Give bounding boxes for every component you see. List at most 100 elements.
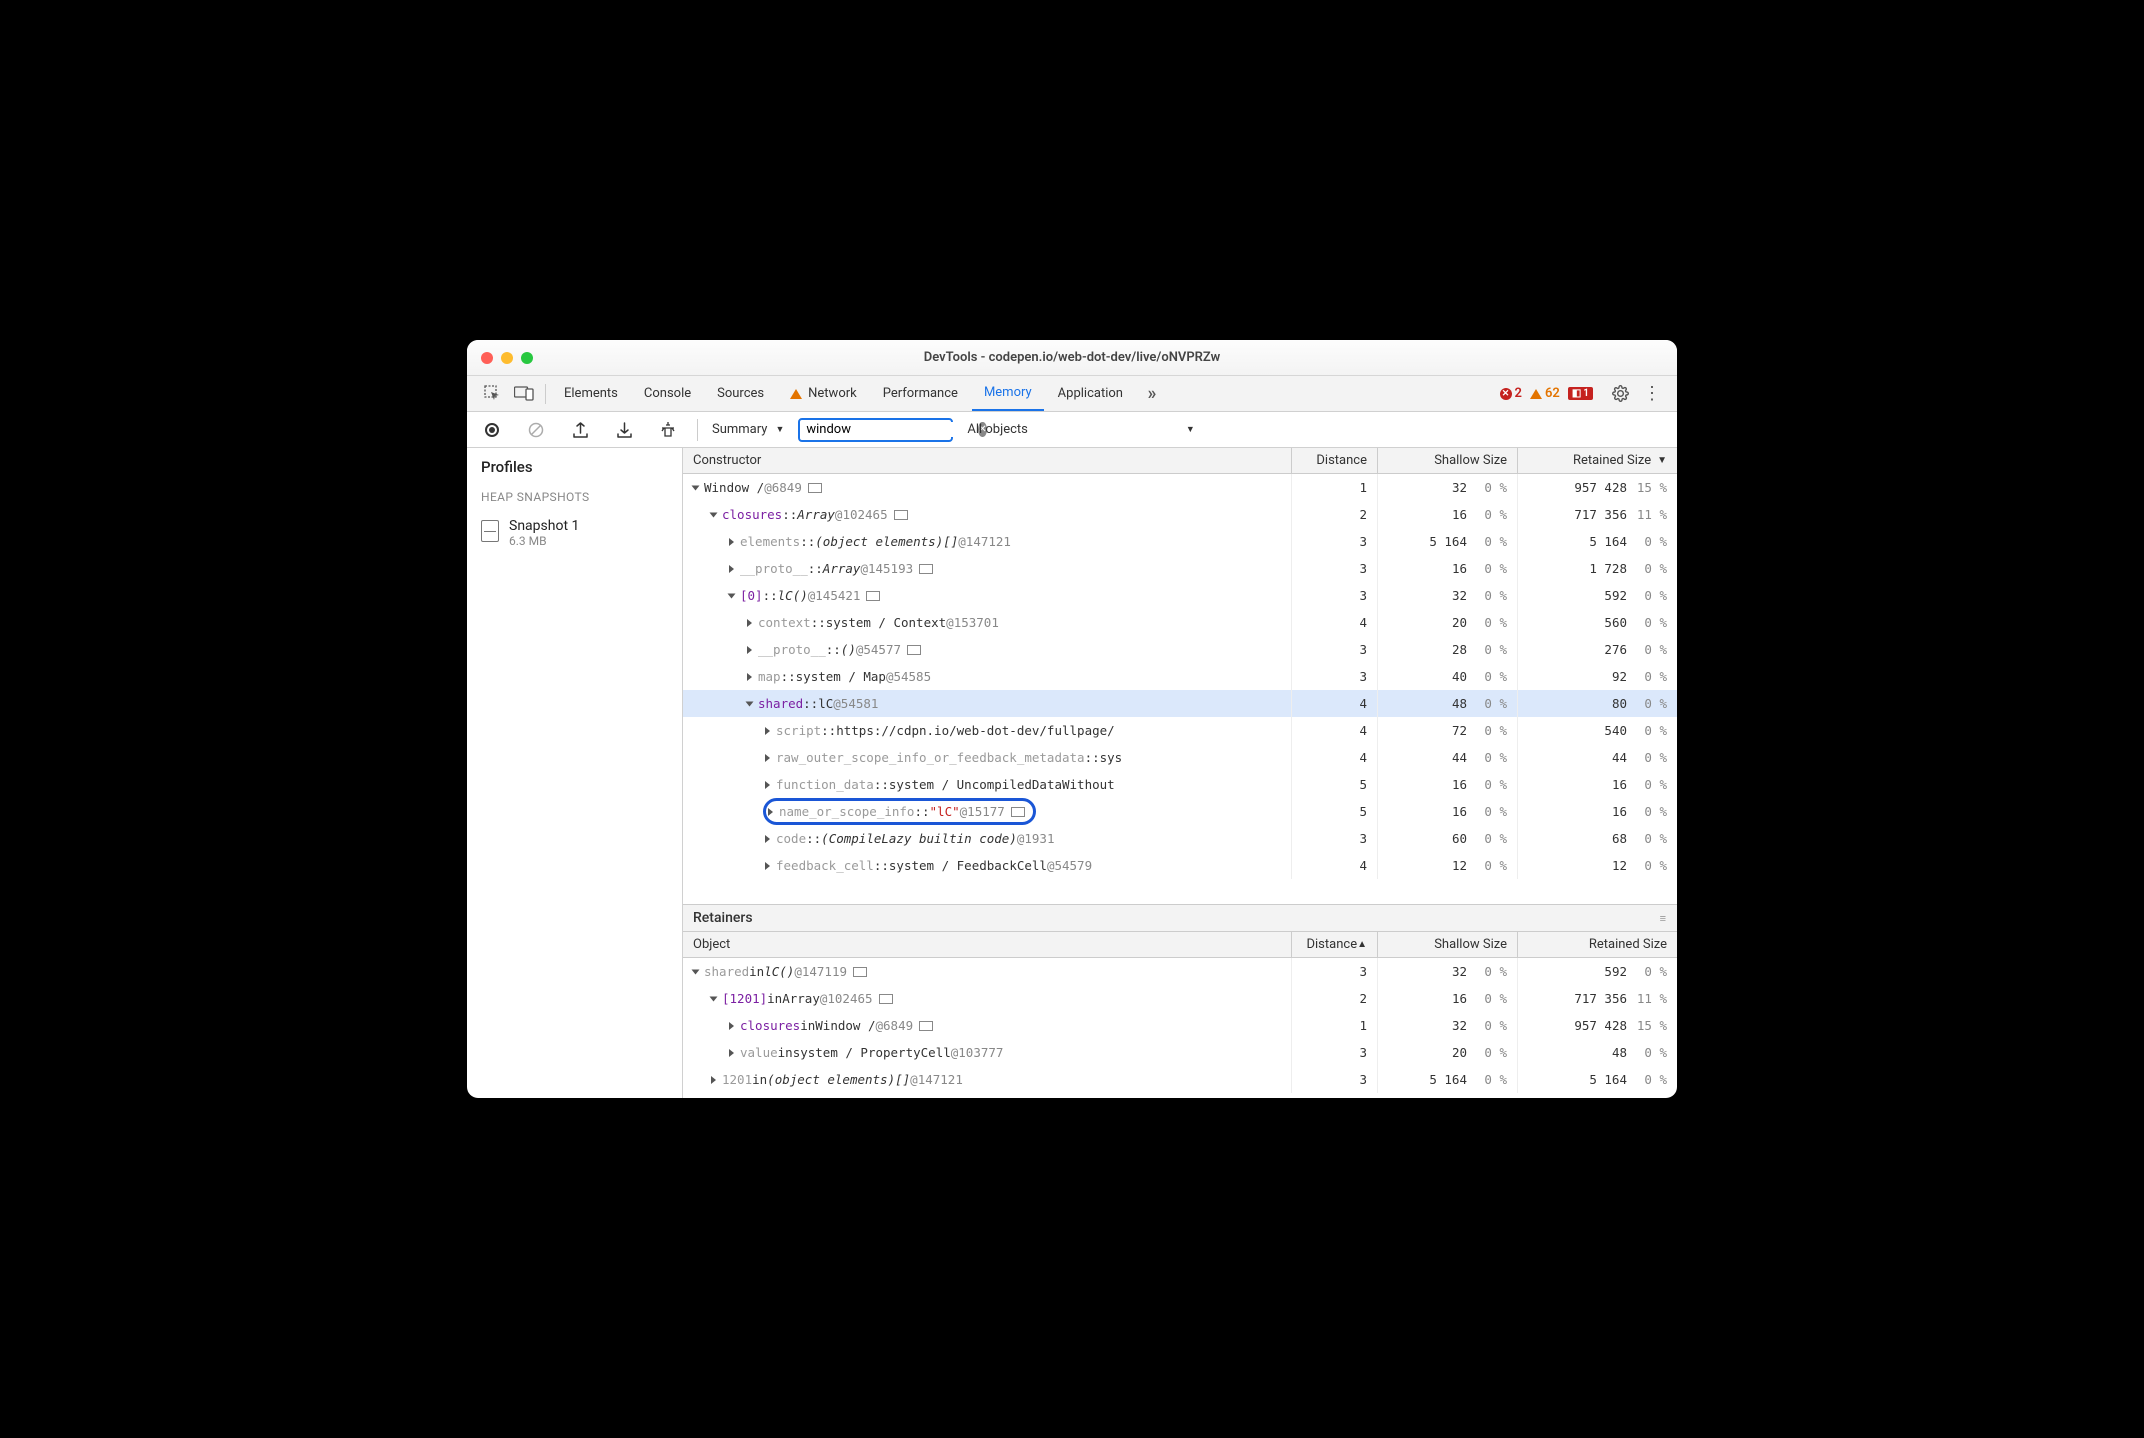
- settings-icon[interactable]: [1605, 385, 1635, 402]
- gc-icon[interactable]: [653, 421, 683, 438]
- heap-row[interactable]: shared in lC() @1471193320 %5920 %: [683, 958, 1677, 985]
- heap-row[interactable]: value in system / PropertyCell @10377732…: [683, 1039, 1677, 1066]
- chevron-right-icon[interactable]: [765, 754, 770, 762]
- chevron-right-icon[interactable]: [765, 862, 770, 870]
- heap-row[interactable]: 1201 in (object elements)[] @14712135 16…: [683, 1066, 1677, 1093]
- retainers-grid[interactable]: shared in lC() @1471193320 %5920 %[1201]…: [683, 958, 1677, 1098]
- error-count[interactable]: ✕2: [1500, 386, 1522, 401]
- heap-row[interactable]: closures :: Array @1024652160 %717 35611…: [683, 501, 1677, 528]
- constructors-header: Constructor Distance Shallow Size Retain…: [683, 448, 1677, 474]
- heap-row[interactable]: name_or_scope_info :: "lC" @151775160 %1…: [683, 798, 1677, 825]
- tab-application[interactable]: Application: [1046, 376, 1135, 411]
- minimize-icon[interactable]: [501, 352, 513, 364]
- titlebar: DevTools - codepen.io/web-dot-dev/live/o…: [467, 340, 1677, 376]
- chevron-down-icon[interactable]: [710, 512, 718, 517]
- chevron-right-icon[interactable]: [711, 1076, 716, 1084]
- retainers-section[interactable]: Retainers≡: [683, 904, 1677, 932]
- col-distance[interactable]: Distance▲: [1291, 932, 1377, 957]
- tab-elements[interactable]: Elements: [552, 376, 630, 411]
- chevron-right-icon[interactable]: [729, 1022, 734, 1030]
- issues-count[interactable]: ◧1: [1568, 387, 1593, 400]
- clear-icon[interactable]: [521, 422, 551, 438]
- tab-network[interactable]: Network: [778, 376, 869, 411]
- heap-row[interactable]: __proto__ :: () @545773280 %2760 %: [683, 636, 1677, 663]
- chevron-right-icon[interactable]: [747, 673, 752, 681]
- window-title: DevTools - codepen.io/web-dot-dev/live/o…: [467, 350, 1677, 365]
- export-icon[interactable]: [565, 422, 595, 438]
- heap-row[interactable]: Window / @68491320 %957 42815 %: [683, 474, 1677, 501]
- heap-row[interactable]: __proto__ :: Array @1451933160 %1 7280 %: [683, 555, 1677, 582]
- view-select[interactable]: Summary▼: [712, 422, 784, 437]
- heap-row[interactable]: map :: system / Map @545853400 %920 %: [683, 663, 1677, 690]
- heap-row[interactable]: [0] :: lC() @1454213320 %5920 %: [683, 582, 1677, 609]
- heap-row[interactable]: closures in Window / @68491320 %957 4281…: [683, 1012, 1677, 1039]
- retainers-header: Object Distance▲ Shallow Size Retained S…: [683, 932, 1677, 958]
- chevron-right-icon[interactable]: [729, 538, 734, 546]
- element-link-icon[interactable]: [853, 967, 867, 977]
- device-icon[interactable]: [509, 386, 539, 401]
- element-link-icon[interactable]: [808, 483, 822, 493]
- chevron-right-icon[interactable]: [729, 565, 734, 573]
- tab-console[interactable]: Console: [632, 376, 703, 411]
- more-tabs-icon[interactable]: »: [1137, 383, 1167, 404]
- chevron-right-icon[interactable]: [765, 781, 770, 789]
- chevron-right-icon[interactable]: [729, 1049, 734, 1057]
- element-link-icon[interactable]: [907, 645, 921, 655]
- objects-select[interactable]: All objects▼: [967, 422, 1194, 437]
- col-distance[interactable]: Distance: [1291, 448, 1377, 473]
- heap-row[interactable]: script :: https://cdpn.io/web-dot-dev/fu…: [683, 717, 1677, 744]
- heap-row[interactable]: [1201] in Array @1024652160 %717 35611 %: [683, 985, 1677, 1012]
- issue-icon: ◧: [1572, 388, 1581, 399]
- element-link-icon[interactable]: [894, 510, 908, 520]
- constructors-grid[interactable]: Window / @68491320 %957 42815 %closures …: [683, 474, 1677, 904]
- heap-row[interactable]: elements :: (object elements)[] @1471213…: [683, 528, 1677, 555]
- heap-row[interactable]: shared :: lC @545814480 %800 %: [683, 690, 1677, 717]
- chevron-right-icon[interactable]: [768, 808, 773, 816]
- import-icon[interactable]: [609, 422, 639, 438]
- heap-row[interactable]: feedback_cell :: system / FeedbackCell @…: [683, 852, 1677, 879]
- snapshot-item[interactable]: Snapshot 1 6.3 MB: [481, 518, 668, 548]
- traffic-lights: [481, 352, 533, 364]
- tab-performance[interactable]: Performance: [871, 376, 970, 411]
- chevron-down-icon[interactable]: [692, 969, 700, 974]
- chevron-right-icon[interactable]: [747, 619, 752, 627]
- heap-row[interactable]: code :: (CompileLazy builtin code) @1931…: [683, 825, 1677, 852]
- warning-count[interactable]: 62: [1530, 386, 1560, 401]
- profiles-sidebar: Profiles HEAP SNAPSHOTS Snapshot 1 6.3 M…: [467, 448, 683, 1098]
- drag-handle-icon[interactable]: ≡: [1660, 912, 1667, 925]
- col-shallow[interactable]: Shallow Size: [1377, 932, 1517, 957]
- chevron-right-icon[interactable]: [765, 727, 770, 735]
- chevron-down-icon[interactable]: [728, 593, 736, 598]
- divider: [697, 419, 698, 441]
- chevron-right-icon[interactable]: [765, 835, 770, 843]
- devtools-window: DevTools - codepen.io/web-dot-dev/live/o…: [467, 340, 1677, 1098]
- col-object[interactable]: Object: [683, 937, 1291, 952]
- record-icon[interactable]: [477, 422, 507, 438]
- close-icon[interactable]: [481, 352, 493, 364]
- element-link-icon[interactable]: [1011, 807, 1025, 817]
- chevron-down-icon[interactable]: [692, 485, 700, 490]
- element-link-icon[interactable]: [879, 994, 893, 1004]
- zoom-icon[interactable]: [521, 352, 533, 364]
- tab-sources[interactable]: Sources: [705, 376, 776, 411]
- snapshot-name: Snapshot 1: [509, 518, 579, 534]
- chevron-down-icon[interactable]: [710, 996, 718, 1001]
- element-link-icon[interactable]: [866, 591, 880, 601]
- element-link-icon[interactable]: [919, 564, 933, 574]
- tab-memory[interactable]: Memory: [972, 376, 1044, 411]
- divider: [545, 384, 546, 404]
- class-filter[interactable]: ✕: [798, 418, 953, 442]
- element-link-icon[interactable]: [919, 1021, 933, 1031]
- filter-input[interactable]: [806, 422, 972, 437]
- col-retained[interactable]: Retained Size▼: [1517, 448, 1677, 473]
- col-constructor[interactable]: Constructor: [683, 453, 1291, 468]
- chevron-right-icon[interactable]: [747, 646, 752, 654]
- col-retained[interactable]: Retained Size: [1517, 932, 1677, 957]
- snapshot-size: 6.3 MB: [509, 534, 579, 548]
- heap-row[interactable]: context :: system / Context @1537014200 …: [683, 609, 1677, 636]
- inspect-icon[interactable]: [477, 385, 507, 402]
- heap-row[interactable]: function_data :: system / UncompiledData…: [683, 771, 1677, 798]
- col-shallow[interactable]: Shallow Size: [1377, 448, 1517, 473]
- chevron-down-icon[interactable]: [746, 701, 754, 706]
- heap-row[interactable]: raw_outer_scope_info_or_feedback_metadat…: [683, 744, 1677, 771]
